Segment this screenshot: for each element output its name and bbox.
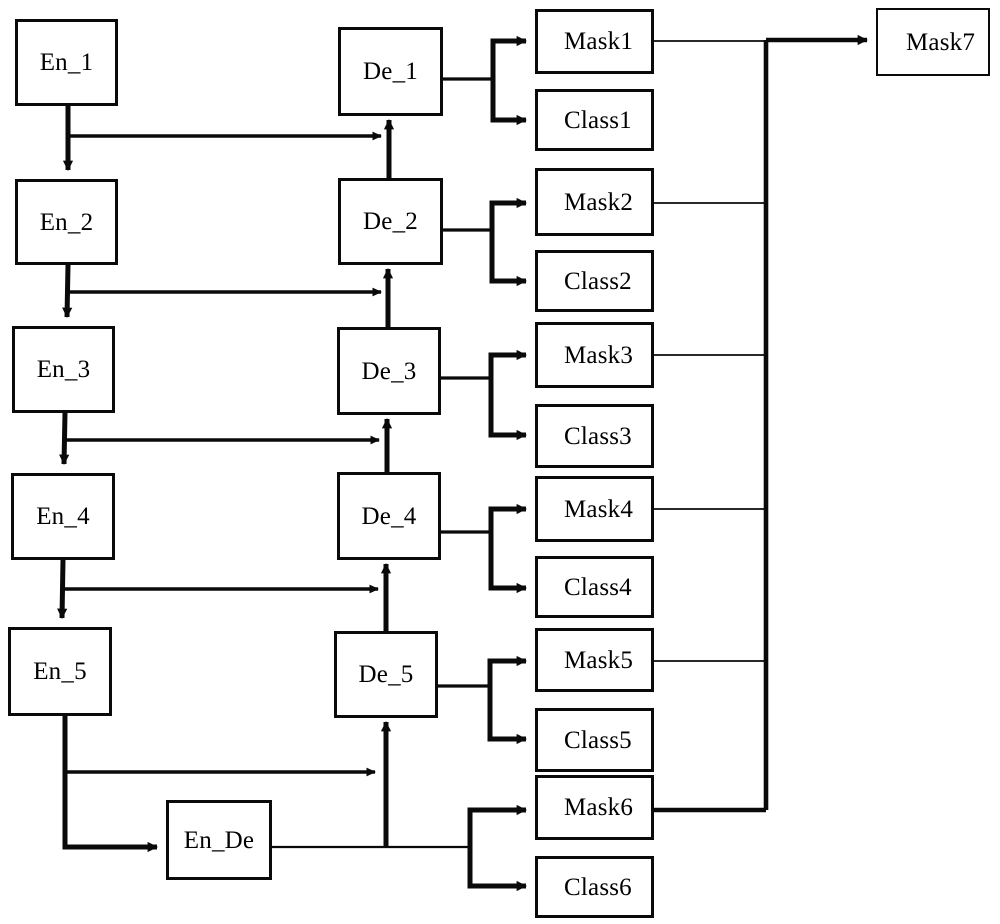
edge-en5-ende bbox=[62, 716, 159, 853]
node-mask-3[interactable]: Mask3 bbox=[535, 322, 654, 388]
node-mask-2[interactable]: Mask2 bbox=[535, 168, 654, 236]
node-de-1[interactable]: De_1 bbox=[338, 27, 443, 116]
node-label: De_4 bbox=[361, 502, 417, 530]
node-en-2[interactable]: En_2 bbox=[15, 179, 118, 265]
diagram-canvas: En_1 En_2 En_3 En_4 En_5 En_De De_1 De_2… bbox=[0, 0, 1000, 924]
node-label: En_5 bbox=[33, 658, 87, 685]
edge-ende-mask6 bbox=[467, 804, 528, 847]
edge-de1-mask1 bbox=[490, 35, 528, 79]
node-label: En_2 bbox=[39, 208, 94, 236]
node-label: En_De bbox=[183, 826, 255, 854]
node-label: Mask5 bbox=[564, 646, 634, 674]
node-class-2[interactable]: Class2 bbox=[535, 250, 654, 312]
edge-de3-mask3 bbox=[488, 349, 528, 378]
node-label: Mask3 bbox=[564, 341, 634, 369]
edge-de2-mask2 bbox=[489, 197, 528, 230]
node-label: De_3 bbox=[361, 357, 417, 385]
node-class-5[interactable]: Class5 bbox=[535, 708, 654, 772]
node-label: Class6 bbox=[564, 873, 632, 901]
node-en-5[interactable]: En_5 bbox=[8, 627, 112, 716]
node-label: Class4 bbox=[564, 573, 632, 601]
edge-de4-mask4 bbox=[488, 503, 528, 532]
node-class-1[interactable]: Class1 bbox=[535, 89, 654, 151]
node-label: Class5 bbox=[564, 726, 632, 754]
node-class-3[interactable]: Class3 bbox=[535, 404, 654, 468]
node-mask-5[interactable]: Mask5 bbox=[535, 628, 654, 692]
node-label: De_5 bbox=[358, 661, 414, 688]
edge-de2-class2 bbox=[489, 230, 528, 287]
node-label: En_4 bbox=[36, 503, 90, 530]
node-label: Mask1 bbox=[564, 28, 634, 55]
node-mask-4[interactable]: Mask4 bbox=[535, 476, 654, 542]
node-class-6[interactable]: Class6 bbox=[535, 856, 654, 918]
node-label: Class1 bbox=[564, 106, 632, 134]
node-label: Class3 bbox=[564, 422, 632, 450]
node-label: En_3 bbox=[36, 356, 91, 383]
node-de-2[interactable]: De_2 bbox=[338, 178, 443, 265]
edge-de3-class3 bbox=[488, 378, 528, 441]
node-de-4[interactable]: De_4 bbox=[337, 472, 441, 560]
node-label: Mask2 bbox=[564, 188, 634, 216]
edge-en2-en3 bbox=[62, 264, 73, 318]
node-label: De_2 bbox=[363, 208, 418, 235]
node-label: Mask4 bbox=[564, 495, 634, 523]
node-en-4[interactable]: En_4 bbox=[11, 473, 115, 560]
node-label: De_1 bbox=[363, 58, 418, 85]
node-label: Mask7 bbox=[906, 28, 976, 56]
edge-de1-class1 bbox=[490, 79, 528, 126]
edge-de4-class4 bbox=[488, 532, 528, 594]
node-mask-1[interactable]: Mask1 bbox=[535, 9, 654, 74]
node-en-1[interactable]: En_1 bbox=[15, 19, 118, 106]
edge-de5-mask5 bbox=[487, 655, 528, 686]
node-label: Mask6 bbox=[564, 794, 634, 821]
connector-layer bbox=[57, 34, 869, 892]
node-mask-6[interactable]: Mask6 bbox=[535, 775, 654, 840]
node-label: En_1 bbox=[39, 49, 94, 76]
edge-en3-en4 bbox=[59, 412, 70, 465]
node-de-5[interactable]: De_5 bbox=[334, 631, 438, 718]
node-label: Class2 bbox=[564, 267, 632, 295]
node-de-3[interactable]: De_3 bbox=[337, 327, 441, 415]
edge-ende-class6 bbox=[467, 847, 528, 892]
edge-en4-en5 bbox=[57, 559, 68, 619]
node-en-3[interactable]: En_3 bbox=[12, 326, 115, 413]
node-class-4[interactable]: Class4 bbox=[535, 556, 654, 618]
node-mask-7[interactable]: Mask7 bbox=[876, 8, 990, 76]
node-en-de[interactable]: En_De bbox=[166, 800, 272, 880]
edge-de5-class5 bbox=[487, 686, 528, 745]
